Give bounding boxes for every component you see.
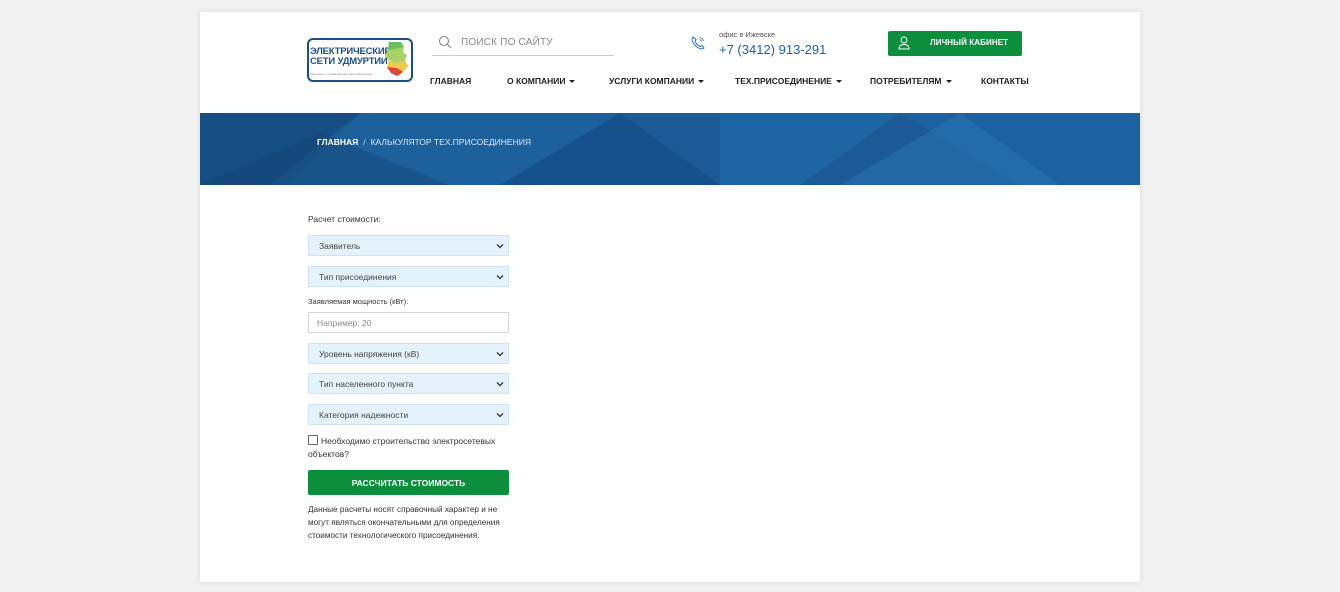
nav-item-contacts[interactable]: КОНТАКТЫ [981,76,1029,90]
calculate-button[interactable]: РАССЧИТАТЬ СТОИМОСТЬ [308,470,509,495]
nav-item-label: КОНТАКТЫ [981,76,1029,86]
chevron-down-icon [496,382,504,387]
nav-item-tech-connection[interactable]: ТЕХ.ПРИСОЕДИНЕНИЕ [735,76,842,90]
phone-caption: офис в Ижевске [719,30,776,39]
power-input[interactable]: Например: 20 [308,312,509,333]
applicant-select[interactable]: Заявитель [308,235,509,256]
personal-cabinet-label: ЛИЧНЫЙ КАБИНЕТ [930,38,1009,47]
nav-item-home[interactable]: ГЛАВНАЯ [430,76,471,90]
page-container: ЭЛЕКТРИЧЕСКИЕ СЕТИ УДМУРТИИ общество с о… [200,12,1140,582]
select-value: Категория надежности [319,410,409,420]
udmurtia-map-icon [385,42,408,76]
disclaimer-note: Данные расчеты носят справочный характер… [308,505,500,540]
nav-item-about[interactable]: О КОМПАНИИ [507,76,576,90]
breadcrumb-separator: / [363,137,366,147]
phone-number-link[interactable]: +7 (3412) 913-291 [719,42,826,57]
breadcrumb-home-link[interactable]: ГЛАВНАЯ [317,137,358,147]
nav-item-services[interactable]: УСЛУГИ КОМПАНИИ [609,76,705,90]
nav-item-label: О КОМПАНИИ [507,76,566,86]
nav-item-label: ТЕХ.ПРИСОЕДИНЕНИЕ [735,76,832,86]
page-banner: ГЛАВНАЯ / КАЛЬКУЛЯТОР ТЕХ.ПРИСОЕДИНЕНИЯ [200,113,1140,185]
connection-type-select[interactable]: Тип присоединения [308,266,509,287]
nav-item-label: УСЛУГИ КОМПАНИИ [609,76,695,86]
voltage-level-select[interactable]: Уровень напряжения (кВ) [308,343,509,364]
nav-item-label: ГЛАВНАЯ [430,76,472,86]
logo-title: ЭЛЕКТРИЧЕСКИЕ СЕТИ УДМУРТИИ [310,47,391,67]
construction-checkbox-label[interactable]: Необходимо строительство электросетевых … [308,435,512,460]
banner-pattern [200,113,1140,185]
user-icon [898,36,910,50]
form-title: Расчет стоимости: [308,214,381,224]
phone-icon [691,36,705,50]
select-value: Тип присоединения [319,272,397,282]
power-label: Заявляемая мощность (кВт): [308,297,409,306]
breadcrumb: ГЛАВНАЯ / КАЛЬКУЛЯТОР ТЕХ.ПРИСОЕДИНЕНИЯ [317,137,531,147]
chevron-down-icon [496,275,504,280]
search-field[interactable]: ПОИСК ПО САЙТУ [432,34,614,56]
site-logo[interactable]: ЭЛЕКТРИЧЕСКИЕ СЕТИ УДМУРТИИ общество с о… [307,38,413,82]
chevron-down-icon [496,352,504,357]
caret-down-icon [835,80,842,84]
chevron-down-icon [496,413,504,418]
caret-down-icon [698,80,705,84]
caret-down-icon [945,80,952,84]
select-value: Заявитель [319,241,361,251]
logo-tagline: общество с ограниченной ответственностью [310,72,373,76]
search-input[interactable]: ПОИСК ПО САЙТУ [461,37,553,48]
personal-cabinet-button[interactable]: ЛИЧНЫЙ КАБИНЕТ [888,31,1022,56]
breadcrumb-current: КАЛЬКУЛЯТОР ТЕХ.ПРИСОЕДИНЕНИЯ [370,137,531,147]
nav-item-label: ПОТРЕБИТЕЛЯМ [870,76,942,86]
construction-checkbox[interactable] [308,435,318,445]
logo-line-2: СЕТИ УДМУРТИИ [310,56,388,67]
search-icon[interactable] [438,35,452,49]
reliability-category-select[interactable]: Категория надежности [308,404,509,425]
chevron-down-icon [496,244,504,249]
settlement-type-select[interactable]: Тип населенного пункта [308,373,509,394]
select-value: Уровень напряжения (кВ) [319,349,420,359]
select-value: Тип населенного пункта [319,379,414,389]
caret-down-icon [569,80,576,84]
nav-item-consumers[interactable]: ПОТРЕБИТЕЛЯМ [870,76,952,90]
